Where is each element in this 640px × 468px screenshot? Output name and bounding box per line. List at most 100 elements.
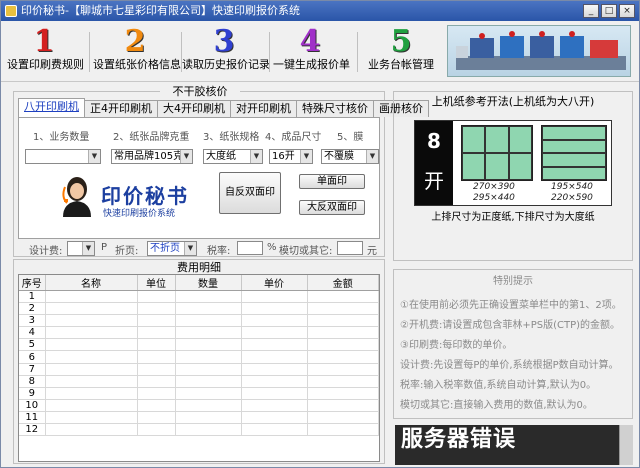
cost-table[interactable]: 序号 名称 单位 数量 单价 金额 1 2 3 4 5 6 7 8 9 10 11 12 (18, 274, 380, 462)
table-cell[interactable] (137, 290, 176, 304)
table-cell[interactable] (307, 326, 379, 340)
minimize-button[interactable]: _ (583, 4, 599, 18)
row-number[interactable]: 10 (19, 399, 46, 412)
scrollbar[interactable] (619, 425, 633, 465)
table-cell[interactable] (45, 350, 138, 364)
table-cell[interactable] (307, 411, 379, 425)
title-bar[interactable]: 印价秘书-【聊城市七星彩印有限公司】快速印刷报价系统 _ □ × (1, 1, 639, 21)
row-number[interactable]: 11 (19, 411, 46, 425)
table-cell[interactable] (45, 411, 138, 425)
table-cell[interactable] (307, 338, 379, 352)
toolbar-item-history[interactable]: 3 读取历史报价记录 (182, 26, 270, 78)
table-cell[interactable] (137, 399, 176, 412)
col-header[interactable]: 金额 (307, 275, 379, 291)
table-cell[interactable] (307, 290, 379, 304)
big-duplex-print-button[interactable]: 大反双面印 (299, 200, 365, 215)
table-cell[interactable] (241, 326, 308, 340)
design-fee-combo[interactable]: ▼ (67, 241, 95, 256)
col-header[interactable]: 序号 (19, 275, 46, 291)
table-cell[interactable] (241, 363, 308, 376)
table-cell[interactable] (175, 387, 242, 400)
table-cell[interactable] (45, 423, 138, 437)
table-cell[interactable] (241, 350, 308, 364)
table-cell[interactable] (137, 350, 176, 364)
tab-2k-press[interactable]: 对开印刷机 (230, 100, 297, 117)
table-cell[interactable] (45, 338, 138, 352)
row-number[interactable]: 8 (19, 375, 46, 388)
table-cell[interactable] (45, 302, 138, 316)
table-cell[interactable] (45, 399, 138, 412)
table-cell[interactable] (241, 399, 308, 412)
table-row[interactable]: 10 (19, 399, 379, 412)
table-cell[interactable] (307, 423, 379, 437)
table-cell[interactable] (45, 387, 138, 400)
table-cell[interactable] (241, 314, 308, 328)
finished-size-combo[interactable]: 16开 ▼ (269, 149, 313, 164)
table-row[interactable]: 9 (19, 387, 379, 400)
table-cell[interactable] (137, 338, 176, 352)
table-row[interactable]: 2 (19, 302, 379, 316)
table-cell[interactable] (175, 423, 242, 437)
col-header[interactable]: 单价 (241, 275, 308, 291)
table-cell[interactable] (137, 326, 176, 340)
col-header[interactable]: 数量 (175, 275, 242, 291)
table-cell[interactable] (307, 387, 379, 400)
table-cell[interactable] (175, 326, 242, 340)
table-cell[interactable] (137, 387, 176, 400)
table-cell[interactable] (307, 314, 379, 328)
table-cell[interactable] (175, 314, 242, 328)
tab-8k-press[interactable]: 八开印刷机 (18, 98, 85, 117)
row-number[interactable]: 12 (19, 423, 46, 437)
table-cell[interactable] (45, 314, 138, 328)
table-cell[interactable] (241, 338, 308, 352)
close-button[interactable]: × (619, 4, 635, 18)
table-cell[interactable] (45, 326, 138, 340)
table-cell[interactable] (175, 302, 242, 316)
tab-special-size[interactable]: 特殊尺寸核价 (296, 100, 374, 117)
chevron-down-icon[interactable]: ▼ (366, 150, 378, 163)
paper-brand-combo[interactable]: 常用品牌105克 ▼ (111, 149, 193, 164)
table-cell[interactable] (137, 302, 176, 316)
toolbar-item-ledger[interactable]: 5 业务台帐管理 (365, 26, 437, 78)
table-cell[interactable] (241, 302, 308, 316)
tax-rate-input[interactable] (237, 241, 263, 255)
table-cell[interactable] (175, 363, 242, 376)
table-cell[interactable] (175, 338, 242, 352)
table-row[interactable]: 8 (19, 375, 379, 388)
restore-button[interactable]: □ (601, 4, 617, 18)
col-header[interactable]: 单位 (137, 275, 176, 291)
row-number[interactable]: 1 (19, 290, 46, 304)
quantity-combo[interactable]: ▼ (25, 149, 101, 164)
chevron-down-icon[interactable]: ▼ (184, 242, 196, 255)
table-cell[interactable] (175, 350, 242, 364)
row-number[interactable]: 9 (19, 387, 46, 400)
chevron-down-icon[interactable]: ▼ (88, 150, 100, 163)
table-row[interactable]: 1 (19, 290, 379, 304)
table-cell[interactable] (307, 350, 379, 364)
table-row[interactable]: 7 (19, 363, 379, 376)
col-header[interactable]: 名称 (45, 275, 138, 291)
chevron-down-icon[interactable]: ▼ (300, 150, 312, 163)
table-cell[interactable] (175, 399, 242, 412)
row-number[interactable]: 6 (19, 350, 46, 364)
table-cell[interactable] (241, 290, 308, 304)
row-number[interactable]: 7 (19, 363, 46, 376)
table-cell[interactable] (175, 375, 242, 388)
table-cell[interactable] (307, 399, 379, 412)
film-combo[interactable]: 不覆膜 ▼ (321, 149, 379, 164)
table-row[interactable]: 5 (19, 338, 379, 352)
table-cell[interactable] (45, 375, 138, 388)
table-row[interactable]: 6 (19, 350, 379, 364)
chevron-down-icon[interactable]: ▼ (250, 150, 262, 163)
toolbar-item-paper-prices[interactable]: 2 设置纸张价格信息 (93, 26, 181, 78)
table-cell[interactable] (307, 363, 379, 376)
table-cell[interactable] (137, 423, 176, 437)
table-cell[interactable] (241, 423, 308, 437)
table-cell[interactable] (137, 314, 176, 328)
table-cell[interactable] (175, 290, 242, 304)
row-number[interactable]: 5 (19, 338, 46, 352)
table-cell[interactable] (307, 375, 379, 388)
table-cell[interactable] (307, 302, 379, 316)
table-cell[interactable] (137, 363, 176, 376)
table-row[interactable]: 11 (19, 411, 379, 425)
